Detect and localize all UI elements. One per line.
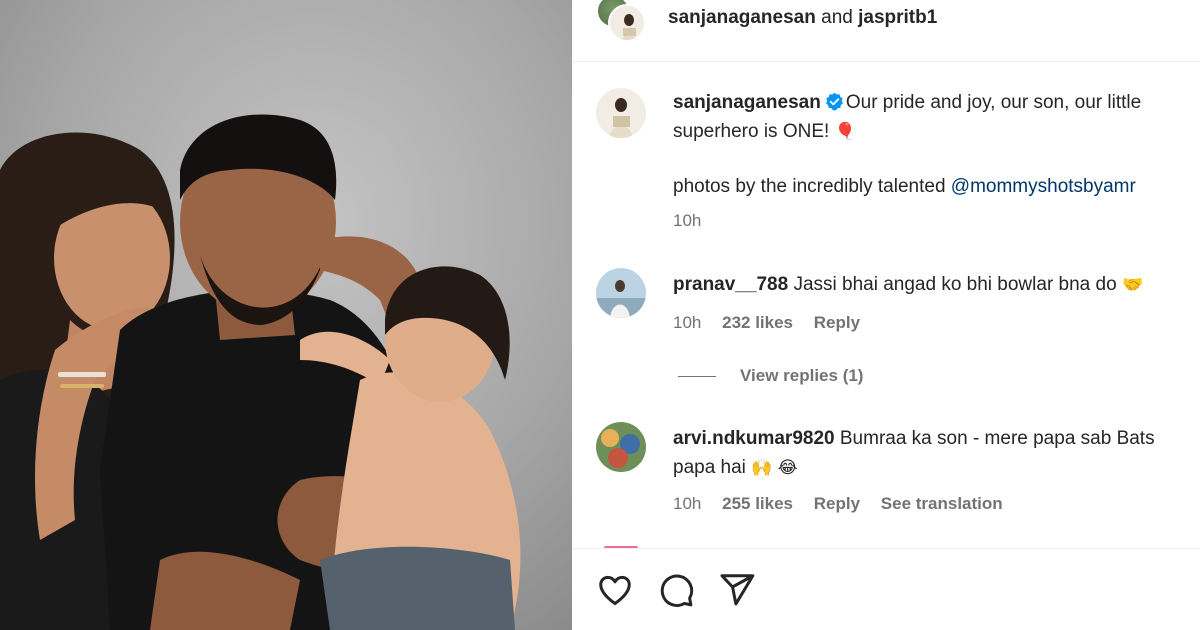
- collab-avatars[interactable]: [596, 0, 648, 46]
- post-photo[interactable]: [0, 0, 572, 630]
- comment-1-reply-button[interactable]: Reply: [814, 313, 860, 332]
- caption-credit-prefix: photos by the incredibly talented: [673, 176, 946, 197]
- comment-2-username[interactable]: arvi.ndkumar9820: [673, 428, 835, 449]
- header-joiner: and: [821, 7, 853, 28]
- avatar-sanjanaganesan[interactable]: [608, 4, 646, 42]
- comment-1-emoji: 🤝: [1121, 275, 1144, 295]
- comment-1-text: Jassi bhai angad ko bhi bowlar bna do: [793, 274, 1117, 295]
- caption-username[interactable]: sanjanaganesan: [673, 92, 821, 113]
- caption-line-1: Our pride and joy, our son, our little: [845, 92, 1142, 113]
- comment-2-text-line-1: Bumraa ka son - mere papa sab Bats: [839, 428, 1155, 449]
- caption-credit: photos by the incredibly talented @mommy…: [673, 172, 1136, 201]
- comment-2-reply-button[interactable]: Reply: [814, 494, 860, 513]
- comment-2: arvi.ndkumar9820 Bumraa ka son - mere pa…: [673, 424, 1155, 483]
- caption-meta: 10h: [673, 211, 717, 231]
- view-replies-label: View replies (1): [740, 366, 864, 385]
- share-icon[interactable]: [718, 571, 756, 609]
- caption-avatar[interactable]: [596, 88, 646, 138]
- post-actions-bar: [572, 548, 1200, 630]
- comment-2-emoji: 🙌 😂: [751, 458, 798, 478]
- comment-1-time[interactable]: 10h: [673, 313, 701, 332]
- view-replies-line: [678, 376, 716, 378]
- comment-2-meta: 10h 255 likes Reply See translation: [673, 494, 1019, 514]
- post-details-panel: sanjanaganesan and jaspritb1 sanjanagane…: [572, 0, 1200, 630]
- heart-icon[interactable]: [596, 571, 634, 609]
- header-username-1[interactable]: sanjanaganesan: [668, 7, 816, 28]
- comment-1-meta: 10h 232 likes Reply: [673, 313, 876, 333]
- balloon-emoji: 🎈: [834, 122, 856, 142]
- family-portrait-image: [0, 0, 572, 630]
- comment-2-time[interactable]: 10h: [673, 494, 701, 513]
- caption-time[interactable]: 10h: [673, 211, 701, 230]
- comment-2-likes[interactable]: 255 likes: [722, 494, 793, 513]
- header-username-2[interactable]: jaspritb1: [858, 7, 937, 28]
- view-replies-button[interactable]: View replies (1): [678, 366, 863, 386]
- caption-line-2: superhero is ONE!: [673, 121, 830, 142]
- comment-avatar-pranav[interactable]: [596, 268, 646, 318]
- verified-badge-icon: [825, 92, 843, 111]
- caption-text: sanjanaganesan Our pride and joy, our so…: [673, 88, 1141, 147]
- comment-1-likes[interactable]: 232 likes: [722, 313, 793, 332]
- photographer-mention-link[interactable]: @mommyshotsbyamr: [951, 176, 1136, 197]
- comment-icon[interactable]: [657, 571, 695, 609]
- see-translation-button[interactable]: See translation: [881, 494, 1003, 513]
- comment-1-username[interactable]: pranav__788: [673, 274, 788, 295]
- collab-usernames[interactable]: sanjanaganesan and jaspritb1: [668, 7, 937, 29]
- comment-2-text-line-2: papa hai: [673, 457, 746, 478]
- comment-1: pranav__788 Jassi bhai angad ko bhi bowl…: [673, 270, 1143, 300]
- post-header: sanjanaganesan and jaspritb1: [572, 0, 1200, 62]
- comment-avatar-arvind[interactable]: [596, 422, 646, 472]
